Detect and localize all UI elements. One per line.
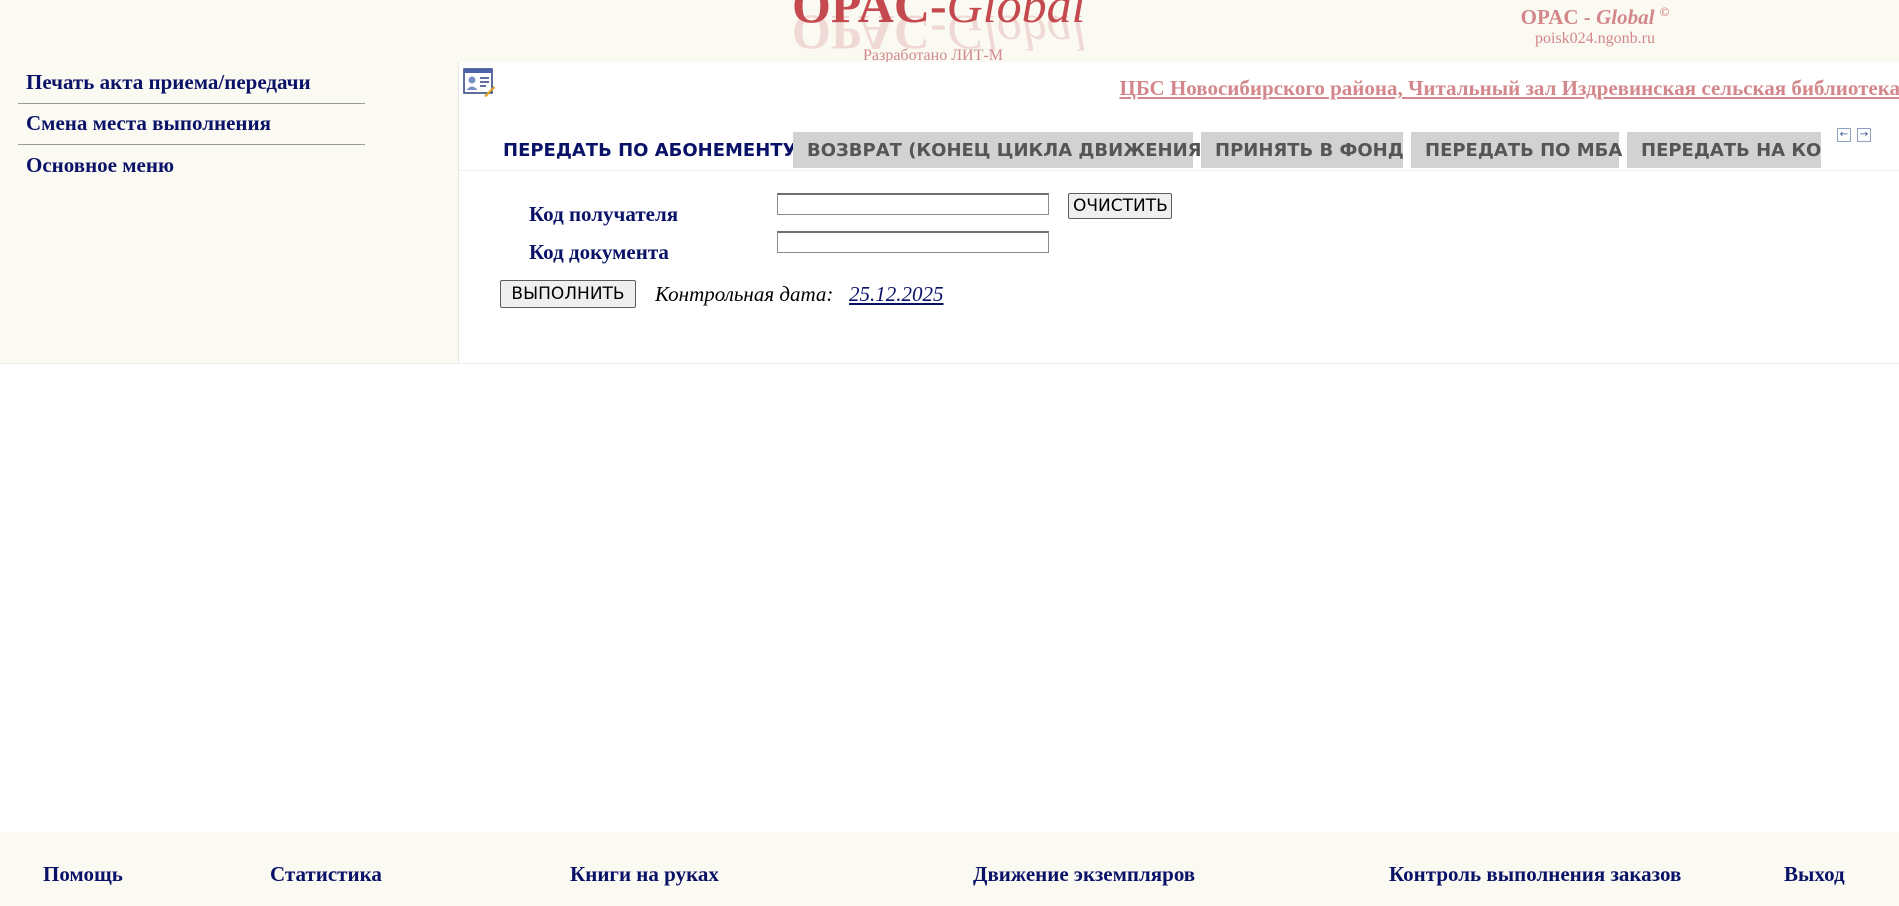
clear-button[interactable]: ОЧИСТИТЬ [1068, 193, 1172, 219]
content-divider [0, 363, 1899, 364]
tab-strip-divider [459, 170, 1899, 171]
sidebar-item-change-location[interactable]: Смена места выполнения [18, 104, 365, 145]
user-card-icon[interactable] [463, 66, 495, 98]
sidebar-item-label: Смена места выполнения [26, 111, 271, 135]
page-header: OPAC-Global OPAC-Global Разработано ЛИТ-… [0, 0, 1899, 62]
sidebar-item-label: Печать акта приема/передачи [26, 70, 311, 94]
tab-interlibrary-loan[interactable]: ПЕРЕДАТЬ ПО МБА [1411, 132, 1623, 168]
brand-block: OPAC - Global © poisk024.ngonb.ru [1480, 4, 1710, 48]
arrow-left-icon[interactable]: ← [1837, 128, 1851, 142]
execute-button[interactable]: ВЫПОЛНИТЬ [500, 280, 636, 308]
tab-strip: ПЕРЕДАТЬ ПО АБОНЕМЕНТУ ВОЗВРАТ (КОНЕЦ ЦИ… [489, 132, 1821, 172]
footer-statistics-link[interactable]: Статистика [270, 862, 382, 887]
footer-exit-link[interactable]: Выход [1784, 862, 1845, 887]
recipient-code-label: Код получателя [529, 202, 679, 226]
footer-order-control-link[interactable]: Контроль выполнения заказов [1389, 862, 1681, 887]
control-date-label: Контрольная дата: [655, 282, 834, 306]
main-panel: ЦБС Новосибирского района, Читальный зал… [458, 62, 1899, 364]
sidebar-item-print-act[interactable]: Печать акта приема/передачи [18, 63, 365, 104]
tab-label: ПЕРЕДАТЬ ПО МБА [1425, 140, 1623, 161]
sidebar-item-main-menu[interactable]: Основное меню [18, 146, 365, 186]
control-date-link[interactable]: 25.12.2025 [849, 282, 944, 307]
tab-accept-to-fund[interactable]: ПРИНЯТЬ В ФОНД [1201, 132, 1404, 168]
document-code-input[interactable] [777, 231, 1049, 253]
footer-help-link[interactable]: Помощь [43, 862, 123, 887]
footer-books-on-hand-link[interactable]: Книги на руках [570, 862, 719, 887]
sidebar-item-label: Основное меню [26, 153, 175, 177]
sidebar: Печать акта приема/передачи Смена места … [0, 62, 458, 364]
brand-title: OPAC - Global © [1520, 4, 1670, 29]
tab-issue-subscription[interactable]: ПЕРЕДАТЬ ПО АБОНЕМЕНТУ [489, 132, 796, 172]
tab-return[interactable]: ВОЗВРАТ (КОНЕЦ ЦИКЛА ДВИЖЕНИЯ) [793, 132, 1210, 168]
opac-global-logo: OPAC-Global OPAC-Global Разработано ЛИТ-… [780, 0, 1100, 62]
arrow-right-icon[interactable]: → [1857, 128, 1871, 142]
tab-label: ПЕРЕДАТЬ НА КОЛИЧЕСТВЕННЫЙ УЧЕТ [1641, 140, 1821, 161]
recipient-code-input[interactable] [777, 193, 1049, 215]
brand-host: poisk024.ngonb.ru [1535, 30, 1655, 47]
tab-label: ПРИНЯТЬ В ФОНД [1215, 140, 1404, 161]
tab-transfer-quantitative[interactable]: ПЕРЕДАТЬ НА КОЛИЧЕСТВЕННЫЙ УЧЕТ [1627, 132, 1821, 168]
tab-label: ПЕРЕДАТЬ ПО АБОНЕМЕНТУ [503, 140, 797, 161]
location-link[interactable]: ЦБС Новосибирского района, Читальный зал… [1119, 76, 1899, 101]
footer-nav: Помощь Статистика Книги на руках Движени… [0, 832, 1899, 906]
document-code-label: Код документа [529, 240, 669, 264]
tab-label: ВОЗВРАТ (КОНЕЦ ЦИКЛА ДВИЖЕНИЯ) [807, 140, 1210, 161]
footer-copy-movement-link[interactable]: Движение экземпляров [973, 862, 1195, 887]
logo-developer-note: Разработано ЛИТ-М [863, 47, 1003, 62]
copyright-mark: © [1659, 4, 1670, 19]
